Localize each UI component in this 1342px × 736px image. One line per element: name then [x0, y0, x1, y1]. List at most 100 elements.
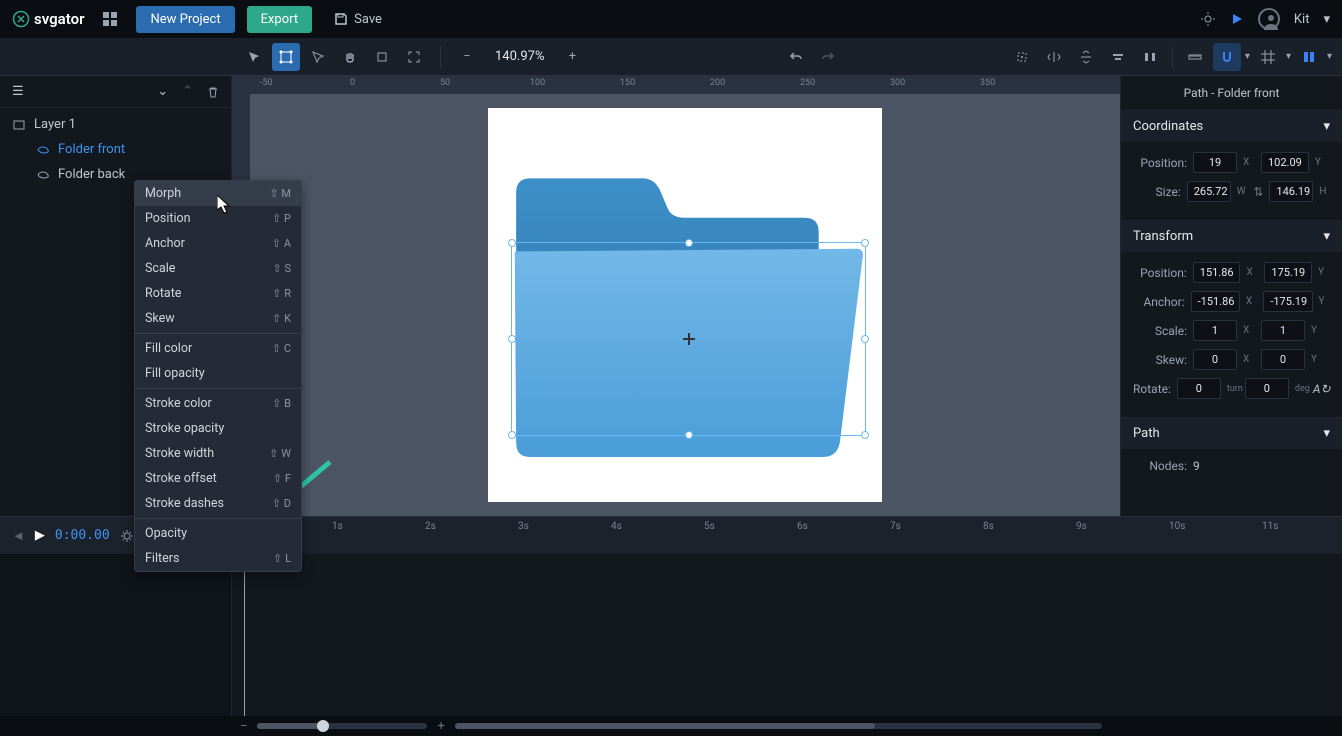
trash-icon[interactable] [207, 86, 219, 98]
chevron-down-icon[interactable]: ▾ [1245, 51, 1250, 62]
link-icon[interactable]: ⇅ [1253, 185, 1263, 199]
align-icon[interactable] [1104, 43, 1132, 71]
coord-pos-x[interactable]: 19 [1193, 152, 1237, 173]
grid-toggle-icon[interactable] [1254, 43, 1282, 71]
chevron-down-icon[interactable]: ▾ [1327, 51, 1332, 62]
crop-tool[interactable] [368, 43, 396, 71]
zoom-out-button[interactable]: − [453, 43, 481, 71]
undo-button[interactable] [782, 43, 810, 71]
tr-sk-y[interactable]: 0 [1261, 349, 1305, 370]
folder-artwork [488, 108, 882, 502]
transform-tool[interactable] [272, 43, 300, 71]
rotate-reset-icon[interactable]: A↻ [1313, 382, 1331, 396]
ruler-toggle-icon[interactable] [1181, 43, 1209, 71]
pan-tool[interactable] [336, 43, 364, 71]
tr-rot[interactable]: 0 [1177, 378, 1221, 399]
playhead-line [244, 554, 245, 716]
section-coordinates[interactable]: Coordinates▾ [1121, 111, 1342, 142]
ctx-item-fill-opacity[interactable]: Fill opacity [135, 361, 301, 386]
tr-sc-y[interactable]: 1 [1261, 320, 1305, 341]
section-transform[interactable]: Transform▾ [1121, 221, 1342, 252]
ctx-item-anchor[interactable]: Anchor⇧ A [135, 231, 301, 256]
fit-tool[interactable] [400, 43, 428, 71]
topbar: svgator New Project Export Save Kit ▾ [0, 0, 1342, 38]
hamburger-icon[interactable]: ☰ [12, 84, 24, 99]
node-tool[interactable] [304, 43, 332, 71]
snap-toggle-icon[interactable] [1213, 43, 1241, 71]
flip-h-icon[interactable] [1040, 43, 1068, 71]
layer-item[interactable]: Layer 1 [0, 112, 231, 137]
ctx-item-scale[interactable]: Scale⇧ S [135, 256, 301, 281]
timeline-time[interactable]: 0:00.00 [55, 528, 110, 543]
coord-pos-y[interactable]: 102.09 [1261, 152, 1309, 173]
chevron-down-icon: ▾ [1323, 229, 1330, 244]
export-button[interactable]: Export [247, 6, 313, 33]
ctx-item-fill-color[interactable]: Fill color⇧ C [135, 336, 301, 361]
tr-sk-x[interactable]: 0 [1193, 349, 1237, 370]
user-name[interactable]: Kit [1294, 12, 1310, 27]
ctx-item-stroke-color[interactable]: Stroke color⇧ B [135, 391, 301, 416]
timeline-ruler[interactable]: 1s 2s 3s 4s 5s 6s 7s 8s 9s 10s 11s [232, 517, 1342, 554]
zoom-level[interactable]: 140.97% [485, 49, 554, 64]
ctx-item-stroke-opacity[interactable]: Stroke opacity [135, 416, 301, 441]
chevron-down-icon: ▾ [1323, 426, 1330, 441]
settings-sparkle-icon[interactable] [1200, 11, 1216, 27]
distribute-icon[interactable] [1136, 43, 1164, 71]
path-icon [36, 143, 50, 157]
tr-pos-x[interactable]: 151.86 [1193, 262, 1241, 283]
coord-size-h[interactable]: 146.19 [1269, 181, 1313, 202]
canvas[interactable]: -50 0 50 100 150 200 250 300 350 [232, 76, 1120, 516]
select-tool[interactable] [240, 43, 268, 71]
play-preview-icon[interactable] [1230, 12, 1244, 26]
tr-anc-x[interactable]: -151.86 [1191, 291, 1240, 312]
app-name: svgator [34, 10, 84, 28]
ctx-item-stroke-dashes[interactable]: Stroke dashes⇧ D [135, 491, 301, 516]
timeline-settings-icon[interactable] [120, 529, 134, 543]
new-project-button[interactable]: New Project [136, 6, 234, 33]
artboard [488, 108, 882, 502]
ctx-item-morph[interactable]: Morph⇧ M [135, 181, 301, 206]
ctx-item-filters[interactable]: Filters⇧ L [135, 546, 301, 571]
zoom-out-timeline[interactable]: − [240, 719, 247, 734]
chevron-up-icon[interactable]: ⌃ [182, 84, 193, 99]
user-avatar[interactable] [1258, 8, 1280, 30]
layer-item-folder-front[interactable]: Folder front [0, 137, 231, 162]
tr-rot2[interactable]: 0 [1245, 378, 1289, 399]
timeline-layer-column [0, 554, 232, 716]
center-view-icon[interactable] [1008, 43, 1036, 71]
zoom-slider[interactable] [257, 723, 427, 729]
redo-button[interactable] [814, 43, 842, 71]
save-button[interactable]: Save [324, 6, 392, 33]
timeline-body[interactable] [0, 554, 1342, 716]
flip-v-icon[interactable] [1072, 43, 1100, 71]
tr-anc-y[interactable]: -175.19 [1263, 291, 1312, 312]
ctx-item-rotate[interactable]: Rotate⇧ R [135, 281, 301, 306]
tr-pos-y[interactable]: 175.19 [1264, 262, 1312, 283]
path-nodes: 9 [1193, 459, 1200, 473]
ctx-item-position[interactable]: Position⇧ P [135, 206, 301, 231]
layer-icon [12, 118, 26, 132]
guides-icon[interactable] [1295, 43, 1323, 71]
timeline-prev-icon[interactable]: ◄ [12, 528, 25, 544]
properties-panel: Path - Folder front Coordinates▾ Positio… [1120, 76, 1342, 516]
app-logo[interactable]: svgator [12, 10, 84, 28]
chevron-down-icon[interactable]: ⌄ [157, 84, 168, 99]
horizontal-scrollbar[interactable] [455, 723, 1102, 729]
bottom-scrollbar: − + [0, 716, 1342, 736]
tr-sc-x[interactable]: 1 [1193, 320, 1237, 341]
grid-icon[interactable] [96, 5, 124, 33]
coord-size-w[interactable]: 265.72 [1187, 181, 1231, 202]
ctx-item-skew[interactable]: Skew⇧ K [135, 306, 301, 331]
chevron-down-icon[interactable]: ▾ [1323, 12, 1330, 27]
ctx-item-opacity[interactable]: Opacity [135, 521, 301, 546]
chevron-down-icon[interactable]: ▾ [1286, 51, 1291, 62]
animator-context-menu: Morph⇧ MPosition⇧ PAnchor⇧ AScale⇧ SRota… [134, 180, 302, 572]
timeline-play-button[interactable]: ▶ [35, 528, 45, 543]
zoom-in-button[interactable]: + [558, 43, 586, 71]
ctx-item-stroke-offset[interactable]: Stroke offset⇧ F [135, 466, 301, 491]
zoom-in-timeline[interactable]: + [437, 719, 444, 734]
save-icon [334, 12, 348, 26]
ruler-corner [232, 76, 250, 94]
section-path[interactable]: Path▾ [1121, 418, 1342, 449]
ctx-item-stroke-width[interactable]: Stroke width⇧ W [135, 441, 301, 466]
